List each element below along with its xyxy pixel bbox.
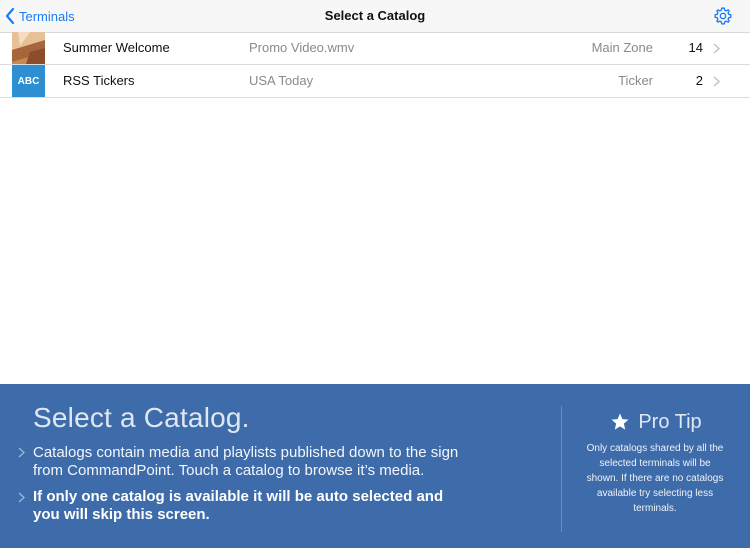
help-item: If only one catalog is available it will…	[33, 488, 444, 523]
pro-tip-title: Pro Tip	[638, 410, 702, 433]
help-title: Select a Catalog.	[33, 402, 250, 433]
help-item: Catalogs contain media and playlists pub…	[33, 444, 459, 479]
help-panel: Select a Catalog. Catalogs contain media…	[0, 384, 750, 548]
chevron-right-icon	[713, 43, 720, 54]
catalog-count: 14	[688, 40, 703, 55]
summer-thumbnail-icon	[12, 32, 45, 64]
pro-tip-body: Only catalogs shared by all the selected…	[586, 443, 724, 514]
navigation-bar: Terminals Select a Catalog	[0, 0, 750, 33]
catalog-row-summer-welcome[interactable]: Summer Welcome Promo Video.wmv Main Zone…	[0, 32, 750, 65]
chevron-right-icon	[18, 492, 25, 503]
star-icon	[611, 413, 629, 430]
pro-tip-header: Pro Tip	[562, 409, 750, 435]
chevron-right-icon	[18, 447, 25, 458]
chevron-right-icon	[713, 76, 720, 87]
catalog-name: Summer Welcome	[63, 40, 170, 55]
page-title: Select a Catalog	[324, 8, 426, 23]
catalog-list: Summer Welcome Promo Video.wmv Main Zone…	[0, 32, 750, 98]
catalog-row-rss-tickers[interactable]: ABC RSS Tickers USA Today Ticker 2	[0, 65, 750, 98]
catalog-zone: Main Zone	[591, 40, 653, 55]
catalog-name: RSS Tickers	[63, 73, 135, 88]
gear-icon[interactable]	[713, 6, 733, 26]
abc-thumbnail-icon: ABC	[12, 65, 45, 97]
catalog-media: USA Today	[249, 73, 314, 88]
catalog-media: Promo Video.wmv	[249, 40, 355, 55]
catalog-count: 2	[695, 73, 703, 88]
catalog-zone: Ticker	[618, 73, 653, 88]
